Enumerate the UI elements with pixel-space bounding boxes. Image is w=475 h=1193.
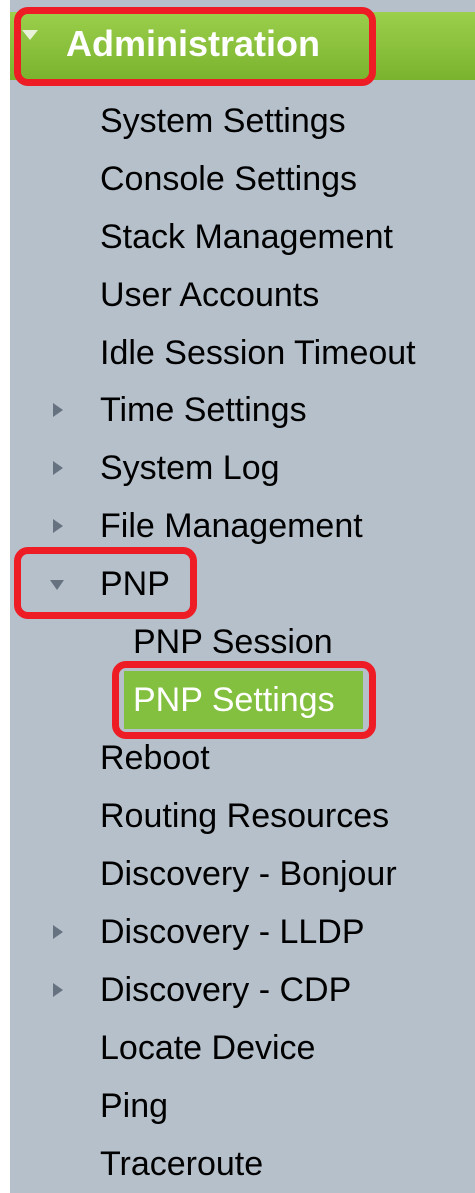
menu-item-pnp-session[interactable]: PNP Session xyxy=(133,617,333,667)
expand-arrow-icon[interactable] xyxy=(22,30,38,40)
menu-item-ping[interactable]: Ping xyxy=(100,1081,168,1131)
menu-item-console-settings[interactable]: Console Settings xyxy=(100,154,357,204)
menu-item-pnp[interactable]: PNP xyxy=(100,559,170,609)
menu-item-file-management[interactable]: File Management xyxy=(100,501,363,551)
menu-item-pnp-settings[interactable]: PNP Settings xyxy=(133,675,335,725)
expand-arrow-icon[interactable] xyxy=(53,519,63,533)
menu-item-system-settings[interactable]: System Settings xyxy=(100,96,346,146)
menu-item-idle-session-timeout[interactable]: Idle Session Timeout xyxy=(100,328,416,378)
expand-arrow-icon[interactable] xyxy=(53,461,63,475)
menu-item-user-accounts[interactable]: User Accounts xyxy=(100,270,319,320)
menu-item-discovery-bonjour[interactable]: Discovery - Bonjour xyxy=(100,849,397,899)
collapse-arrow-icon[interactable] xyxy=(50,580,64,590)
menu-item-locate-device[interactable]: Locate Device xyxy=(100,1023,315,1073)
menu-item-traceroute[interactable]: Traceroute xyxy=(100,1139,263,1189)
menu-item-routing-resources[interactable]: Routing Resources xyxy=(100,791,389,841)
expand-arrow-icon[interactable] xyxy=(53,403,63,417)
menu-item-reboot[interactable]: Reboot xyxy=(100,733,210,783)
administration-section-title[interactable]: Administration xyxy=(66,20,320,68)
menu-item-stack-management[interactable]: Stack Management xyxy=(100,212,393,262)
menu-item-discovery-lldp[interactable]: Discovery - LLDP xyxy=(100,907,365,957)
expand-arrow-icon[interactable] xyxy=(53,983,63,997)
menu-item-system-log[interactable]: System Log xyxy=(100,443,280,493)
menu-item-time-settings[interactable]: Time Settings xyxy=(100,385,307,435)
expand-arrow-icon[interactable] xyxy=(53,925,63,939)
menu-item-discovery-cdp[interactable]: Discovery - CDP xyxy=(100,965,351,1015)
